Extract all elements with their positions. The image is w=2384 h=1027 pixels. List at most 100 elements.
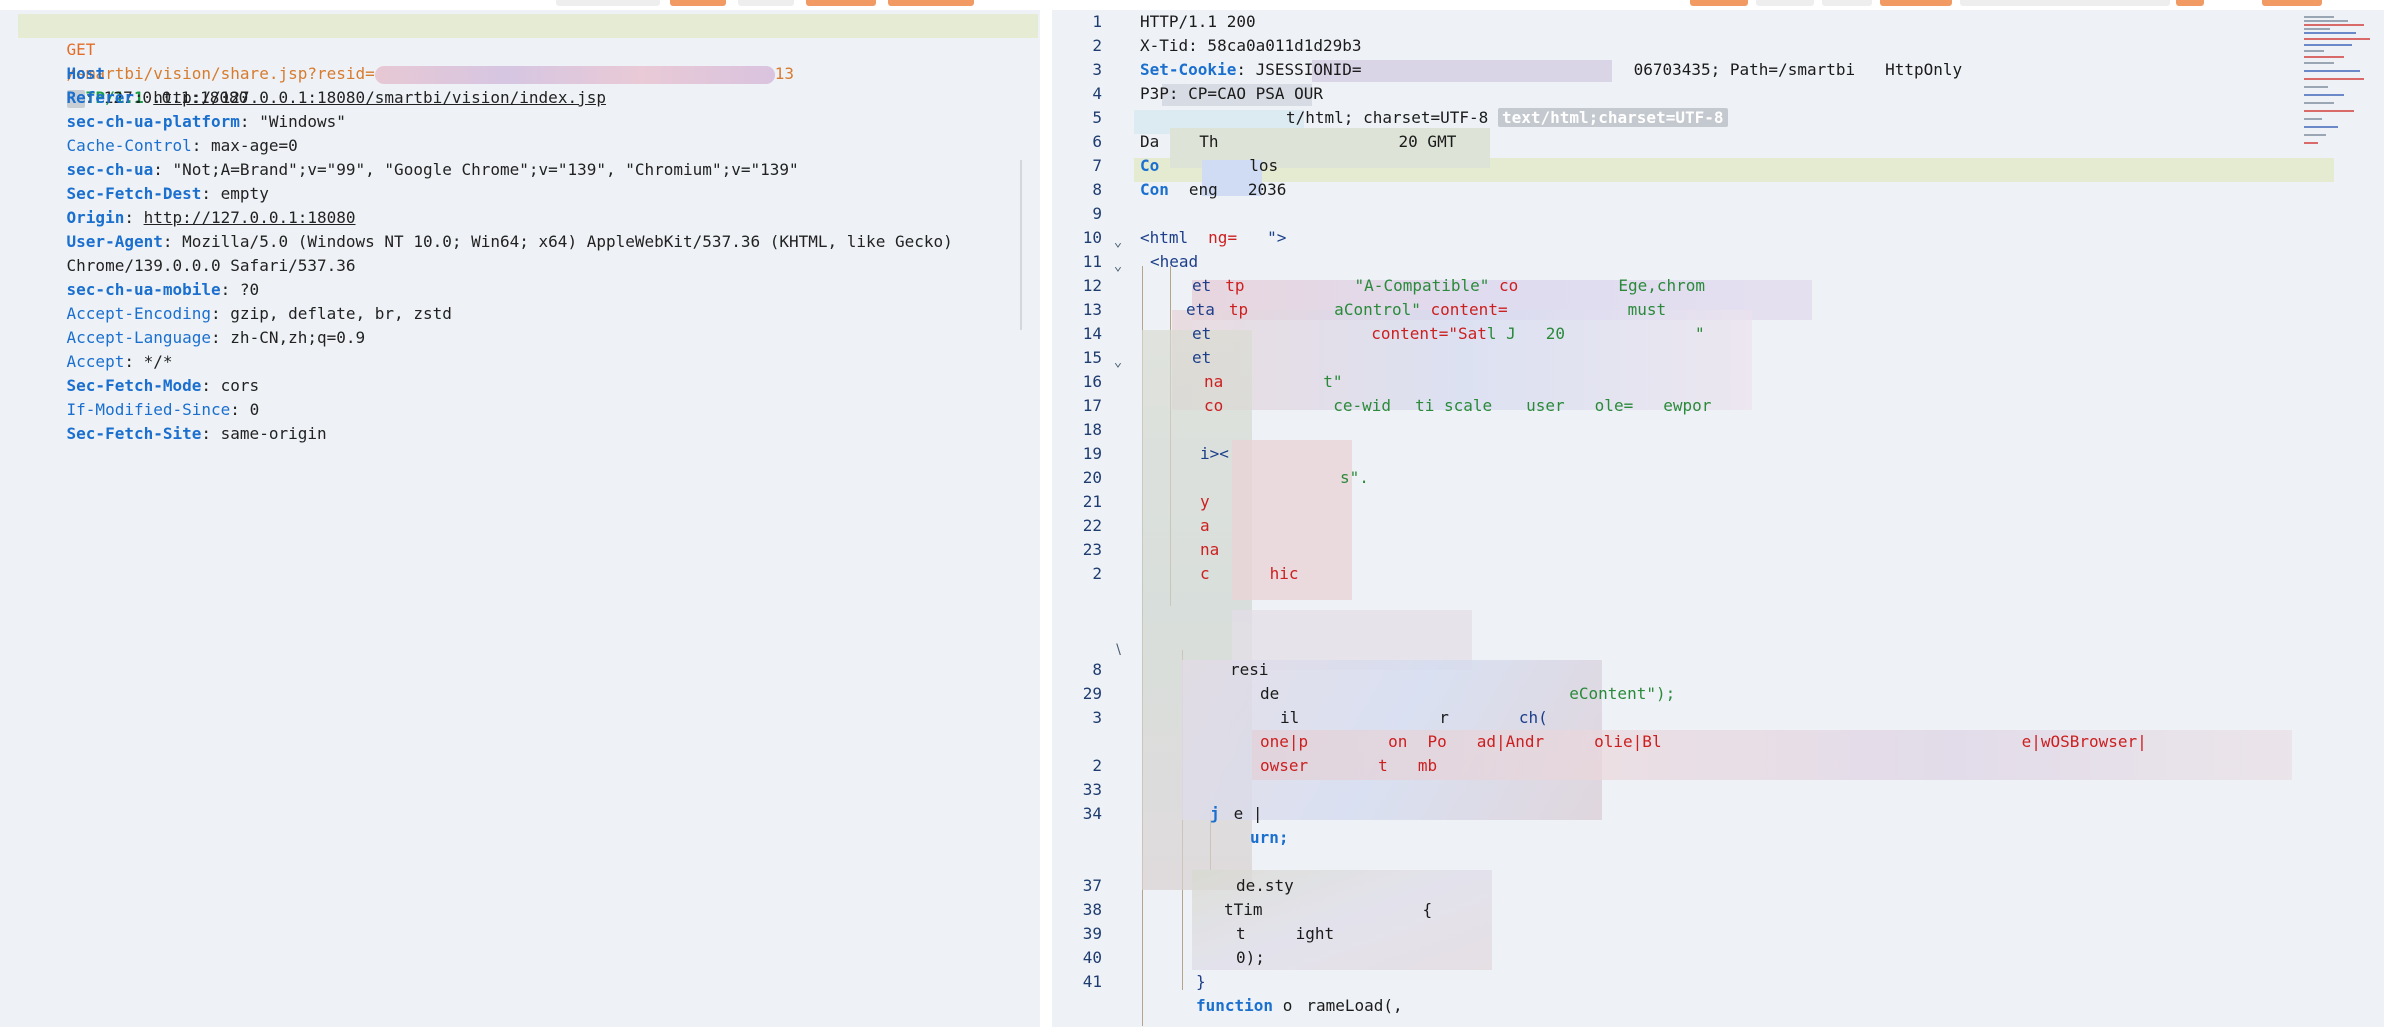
code-token: rameLoad(, bbox=[1306, 996, 1403, 1015]
header-value: same-origin bbox=[220, 424, 327, 443]
code-line: na bbox=[1140, 538, 1219, 562]
toolbar-button[interactable] bbox=[888, 0, 974, 6]
html-string: l J bbox=[1486, 324, 1516, 343]
html-attr: content= bbox=[1430, 300, 1508, 319]
header-value: HttpOnly bbox=[1885, 60, 1963, 79]
html-string: ge,chrom bbox=[1627, 276, 1706, 295]
line-number bbox=[1052, 634, 1102, 658]
header-line: sec-ch-ua: "Not;A=Brand";v="99", "Google… bbox=[66, 160, 799, 179]
html-string: 20 bbox=[1545, 324, 1566, 343]
request-line: GET /smartbi/vision/share.jsp?resid= 13 H… bbox=[18, 14, 1038, 107]
minimap-line bbox=[2304, 20, 2348, 22]
request-editor[interactable]: GET /smartbi/vision/share.jsp?resid= 13 H… bbox=[0, 10, 1040, 1027]
minimap-line bbox=[2304, 86, 2328, 88]
code-line: <head bbox=[1140, 250, 1198, 274]
line-number: 29 bbox=[1082, 684, 1102, 703]
toolbar-button[interactable] bbox=[1756, 0, 1814, 6]
header-line: Origin: http://127.0.0.1:18080 bbox=[66, 208, 356, 227]
fold-chevron-icon[interactable]: ∖ bbox=[1110, 638, 1126, 662]
line-number: 2 bbox=[1092, 756, 1102, 775]
toolbar-button[interactable] bbox=[1822, 0, 1872, 6]
html-string: Control" bbox=[1343, 300, 1421, 319]
toolbar-strip bbox=[0, 0, 2384, 10]
fold-chevron-icon[interactable]: ⌄ bbox=[1110, 230, 1126, 254]
minimap-line bbox=[2304, 24, 2364, 26]
code-line: s". bbox=[1140, 466, 1369, 490]
code-minimap[interactable] bbox=[2304, 14, 2374, 164]
code-line: owser t mb bbox=[1140, 754, 1437, 778]
header-value: : JSESSIONID= bbox=[1236, 60, 1362, 79]
header-name: Sec-Fetch-Site bbox=[66, 424, 202, 443]
header-value: eng bbox=[1188, 180, 1218, 199]
code-token: a bbox=[1200, 516, 1210, 535]
toolbar-button[interactable] bbox=[1690, 0, 1748, 6]
minimap-line bbox=[2304, 28, 2330, 30]
code-token: na bbox=[1200, 540, 1220, 559]
line-number: 18 bbox=[1082, 420, 1102, 439]
line-number: 21 bbox=[1082, 492, 1102, 511]
line-number: 2 bbox=[1092, 36, 1102, 55]
code-token: urn; bbox=[1250, 828, 1289, 847]
code-token: ight bbox=[1295, 924, 1335, 943]
toolbar-button[interactable] bbox=[806, 0, 876, 6]
html-string: ti bbox=[1415, 396, 1435, 415]
header-name: Da bbox=[1140, 132, 1160, 151]
code-token: il bbox=[1280, 708, 1300, 727]
code-line: de.sty bbox=[1140, 874, 1294, 898]
regex-token: t bbox=[1378, 756, 1388, 775]
line-number bbox=[1052, 610, 1102, 634]
html-string: E bbox=[1618, 276, 1628, 295]
toolbar-button[interactable] bbox=[1880, 0, 1952, 6]
regex-token: e|wOSBrowser| bbox=[2021, 732, 2147, 751]
fold-chevron-icon[interactable]: ⌄ bbox=[1110, 254, 1126, 278]
code-line: Da Th 20 GMT bbox=[1140, 130, 1456, 154]
pane-divider[interactable] bbox=[1040, 10, 1052, 1027]
editor-scrollbar[interactable] bbox=[1020, 160, 1022, 330]
line-number: 38 bbox=[1082, 900, 1102, 919]
code-line: et bbox=[1140, 346, 1211, 370]
toolbar-button[interactable] bbox=[2176, 0, 2204, 6]
minimap-line bbox=[2304, 44, 2352, 46]
minimap-line bbox=[2304, 94, 2344, 96]
header-name: Co bbox=[1140, 156, 1160, 175]
code-line: c hic bbox=[1140, 562, 1299, 586]
header-line: sec-ch-ua-mobile: ?0 bbox=[66, 280, 260, 299]
code-token: r bbox=[1439, 708, 1449, 727]
regex-token: ad|Andr bbox=[1476, 732, 1545, 751]
header-line-continued: Chrome/139.0.0.0 Safari/537.36 bbox=[28, 230, 356, 275]
code-line: et content="Satl J 20 " bbox=[1140, 322, 1705, 346]
toolbar-button[interactable] bbox=[2262, 0, 2322, 6]
toolbar-button[interactable] bbox=[556, 0, 660, 6]
code-line: t/html; charset=UTF-8 text/html;charset=… bbox=[1140, 106, 1728, 130]
html-attr: ng= bbox=[1208, 228, 1238, 247]
minimap-line bbox=[2304, 32, 2356, 34]
code-line: } bbox=[1140, 970, 1206, 994]
response-editor[interactable]: 1 2 3 4 5 6 7 8 9 10 11 12 13 14 15 16 17 18 19 20 21 22 23 2 8 2… bbox=[1052, 10, 2384, 1027]
html-tag: eta bbox=[1186, 300, 1215, 319]
code-line: tTim { bbox=[1140, 898, 1432, 922]
html-attr: na bbox=[1204, 372, 1224, 391]
html-attr: co bbox=[1204, 396, 1224, 415]
minimap-line bbox=[2304, 56, 2344, 58]
request-path-tail: 13 bbox=[774, 64, 795, 83]
regex-token: Po bbox=[1427, 732, 1447, 751]
toolbar-button[interactable] bbox=[738, 0, 794, 6]
js-string: eContent"); bbox=[1569, 684, 1676, 703]
toolbar-button[interactable] bbox=[670, 0, 726, 6]
regex-token: owser bbox=[1260, 756, 1309, 775]
line-number: 5 bbox=[1092, 108, 1102, 127]
html-attr: tp bbox=[1228, 300, 1249, 319]
toolbar-search[interactable] bbox=[1960, 0, 2170, 6]
html-tag: <html bbox=[1140, 228, 1189, 247]
header-value: Th bbox=[1199, 132, 1219, 151]
header-value: los bbox=[1249, 156, 1279, 175]
header-line: Accept-Encoding: gzip, deflate, br, zstd bbox=[66, 304, 452, 323]
header-line: Sec-Fetch-Site: same-origin bbox=[66, 424, 327, 443]
code-token: de.sty bbox=[1236, 876, 1294, 895]
html-string: ewpor bbox=[1663, 396, 1712, 415]
line-number bbox=[1052, 586, 1102, 610]
code-line: Co los bbox=[1140, 154, 1278, 178]
header-value: zh-CN,zh;q=0.9 bbox=[230, 328, 366, 347]
regex-token: one|p bbox=[1260, 732, 1309, 751]
fold-chevron-icon[interactable]: ⌄ bbox=[1110, 350, 1126, 374]
